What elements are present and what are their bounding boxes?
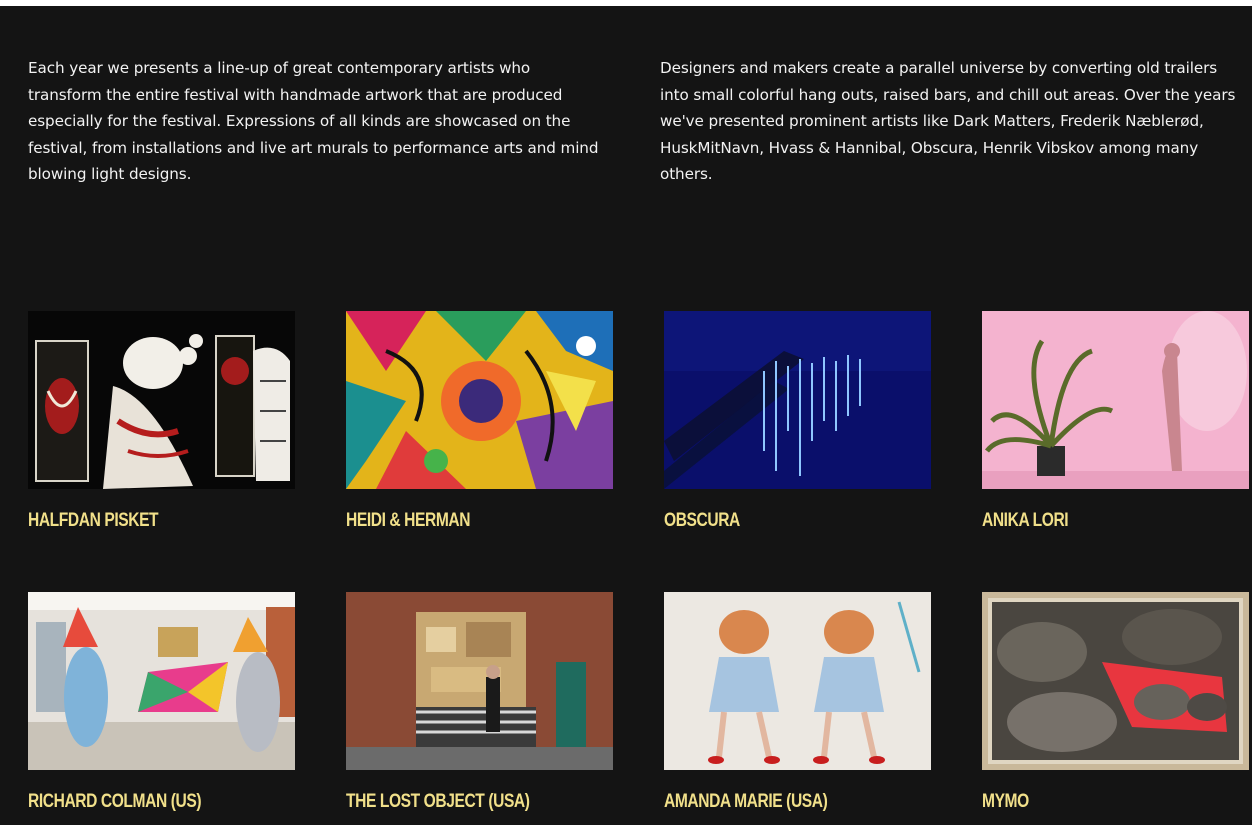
artist-name[interactable]: MYMO: [982, 791, 1029, 813]
artist-image-mymo[interactable]: [982, 592, 1249, 770]
artist-image-the-lost-object[interactable]: [346, 592, 613, 770]
artist-name[interactable]: THE LOST OBJECT (USA): [346, 791, 530, 813]
artist-card-richard-colman[interactable]: RICHARD COLMAN (US): [28, 592, 295, 838]
artist-name[interactable]: ANIKA LORI: [982, 510, 1069, 532]
artist-card-amanda-marie[interactable]: AMANDA MARIE (USA): [664, 592, 931, 838]
artist-grid: HALFDAN PISKET HEIDI & HERMAN OBSCURA AN…: [28, 311, 1250, 838]
artist-name[interactable]: HALFDAN PISKET: [28, 510, 159, 532]
artist-name[interactable]: RICHARD COLMAN (US): [28, 791, 202, 813]
artist-image-anika-lori[interactable]: [982, 311, 1249, 489]
artist-image-richard-colman[interactable]: [28, 592, 295, 770]
artist-card-the-lost-object[interactable]: THE LOST OBJECT (USA): [346, 592, 613, 838]
artist-image-halfdan-pisket[interactable]: [28, 311, 295, 489]
artist-card-heidi-herman[interactable]: HEIDI & HERMAN: [346, 311, 613, 557]
intro-text-right: Designers and makers create a parallel u…: [660, 59, 1236, 184]
artist-name[interactable]: HEIDI & HERMAN: [346, 510, 471, 532]
artists-section: Each year we presents a line-up of great…: [0, 6, 1252, 825]
artist-card-halfdan-pisket[interactable]: HALFDAN PISKET: [28, 311, 295, 557]
artist-image-amanda-marie[interactable]: [664, 592, 931, 770]
artist-card-obscura[interactable]: OBSCURA: [664, 311, 931, 557]
artist-image-heidi-herman[interactable]: [346, 311, 613, 489]
artist-name[interactable]: OBSCURA: [664, 510, 740, 532]
intro-text-left: Each year we presents a line-up of great…: [28, 59, 599, 184]
artist-card-anika-lori[interactable]: ANIKA LORI: [982, 311, 1249, 557]
artist-card-mymo[interactable]: MYMO: [982, 592, 1249, 838]
artist-image-obscura[interactable]: [664, 311, 931, 489]
artist-name[interactable]: AMANDA MARIE (USA): [664, 791, 828, 813]
